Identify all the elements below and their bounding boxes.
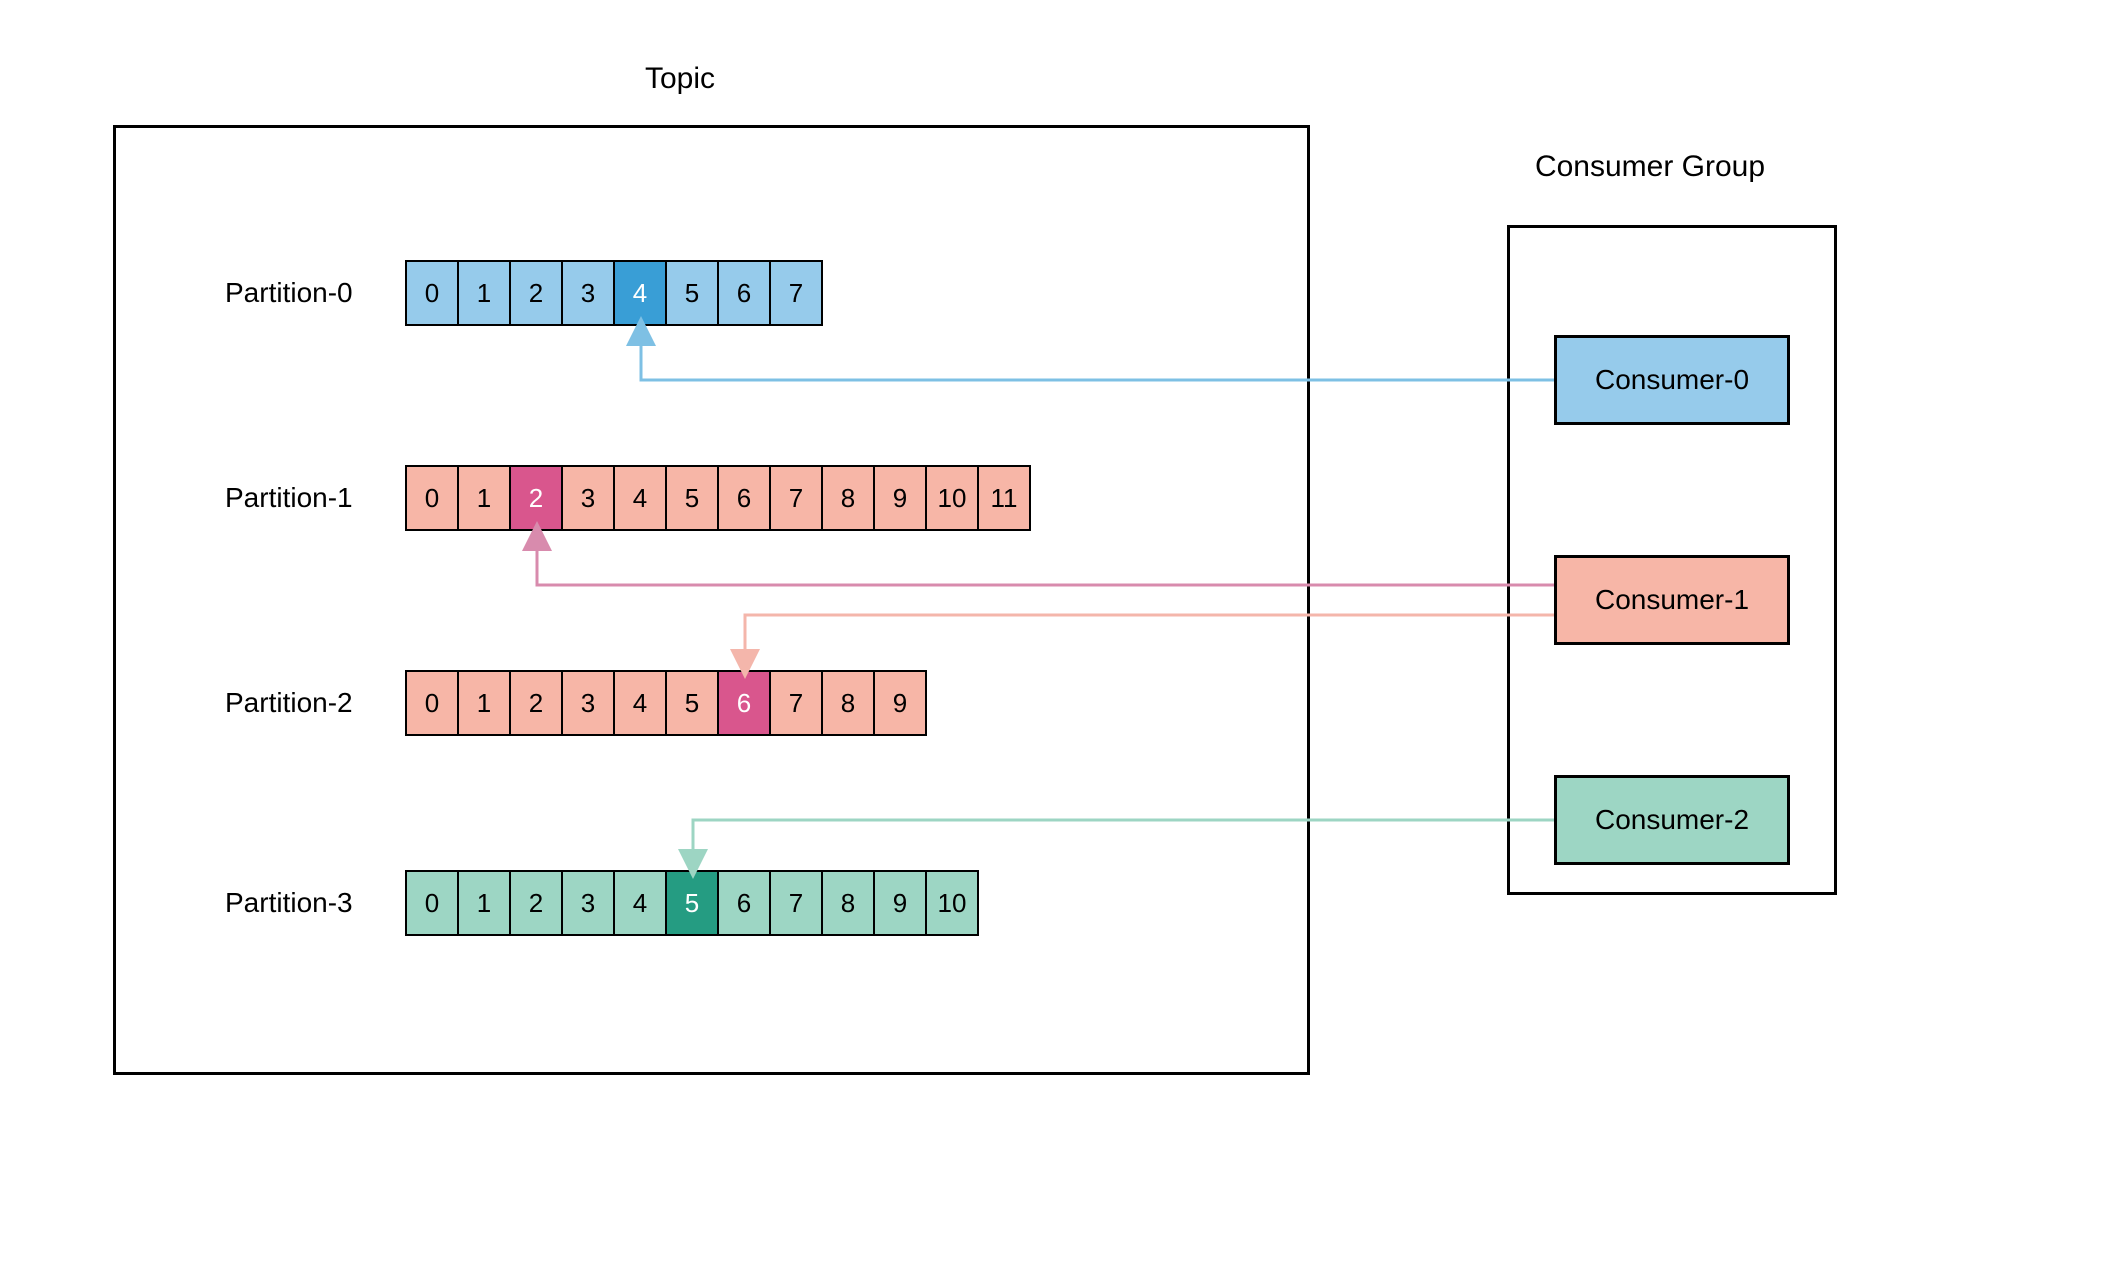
offset-cell: 2	[509, 870, 563, 936]
offset-cell: 6	[717, 260, 771, 326]
partition-1-label: Partition-1	[225, 482, 405, 514]
partition-3-row: Partition-3 012345678910	[225, 870, 979, 936]
consumer-1-box: Consumer-1	[1554, 555, 1790, 645]
partition-2-cells: 0123456789	[405, 670, 927, 736]
offset-cell: 2	[509, 465, 563, 531]
offset-cell: 3	[561, 870, 615, 936]
consumer-2-label: Consumer-2	[1595, 804, 1749, 836]
offset-cell: 5	[665, 260, 719, 326]
kafka-topic-diagram: Topic Consumer Group Partition-0 0123456…	[0, 0, 2109, 1271]
offset-cell: 4	[613, 670, 667, 736]
consumer-2-box: Consumer-2	[1554, 775, 1790, 865]
offset-cell: 11	[977, 465, 1031, 531]
offset-cell: 10	[925, 465, 979, 531]
offset-cell: 7	[769, 670, 823, 736]
consumer-1-label: Consumer-1	[1595, 584, 1749, 616]
partition-2-label: Partition-2	[225, 687, 405, 719]
offset-cell: 7	[769, 465, 823, 531]
offset-cell: 8	[821, 870, 875, 936]
offset-cell: 9	[873, 870, 927, 936]
offset-cell: 0	[405, 870, 459, 936]
offset-cell: 8	[821, 465, 875, 531]
offset-cell: 5	[665, 465, 719, 531]
partition-2-row: Partition-2 0123456789	[225, 670, 927, 736]
offset-cell: 6	[717, 465, 771, 531]
partition-0-label: Partition-0	[225, 277, 405, 309]
consumer-0-label: Consumer-0	[1595, 364, 1749, 396]
offset-cell: 0	[405, 670, 459, 736]
offset-cell: 9	[873, 465, 927, 531]
partition-3-label: Partition-3	[225, 887, 405, 919]
consumer-group-title: Consumer Group	[1490, 150, 1810, 184]
partition-1-cells: 01234567891011	[405, 465, 1031, 531]
offset-cell: 8	[821, 670, 875, 736]
offset-cell: 4	[613, 870, 667, 936]
offset-cell: 3	[561, 260, 615, 326]
offset-cell: 10	[925, 870, 979, 936]
offset-cell: 3	[561, 465, 615, 531]
offset-cell: 1	[457, 670, 511, 736]
offset-cell: 0	[405, 260, 459, 326]
offset-cell: 1	[457, 465, 511, 531]
partition-1-row: Partition-1 01234567891011	[225, 465, 1031, 531]
offset-cell: 2	[509, 260, 563, 326]
partition-3-cells: 012345678910	[405, 870, 979, 936]
offset-cell: 9	[873, 670, 927, 736]
offset-cell: 2	[509, 670, 563, 736]
consumer-0-box: Consumer-0	[1554, 335, 1790, 425]
topic-title: Topic	[620, 62, 740, 96]
offset-cell: 3	[561, 670, 615, 736]
offset-cell: 6	[717, 870, 771, 936]
offset-cell: 7	[769, 260, 823, 326]
offset-cell: 4	[613, 465, 667, 531]
offset-cell: 0	[405, 465, 459, 531]
offset-cell: 6	[717, 670, 771, 736]
offset-cell: 5	[665, 670, 719, 736]
offset-cell: 7	[769, 870, 823, 936]
offset-cell: 1	[457, 260, 511, 326]
partition-0-row: Partition-0 01234567	[225, 260, 823, 326]
offset-cell: 1	[457, 870, 511, 936]
offset-cell: 4	[613, 260, 667, 326]
offset-cell: 5	[665, 870, 719, 936]
partition-0-cells: 01234567	[405, 260, 823, 326]
